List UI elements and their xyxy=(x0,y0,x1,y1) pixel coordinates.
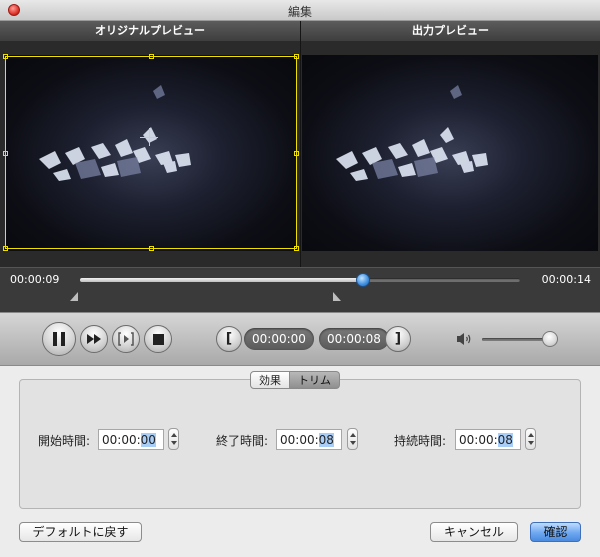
timeline-progress xyxy=(80,278,363,282)
crop-frame[interactable] xyxy=(3,54,299,251)
crop-handle-bottom-left[interactable] xyxy=(3,246,8,251)
edit-window: 編集 オリジナルプレビュー 出力プレビュー 00:00:09 00:00:14 … xyxy=(0,0,600,557)
crop-handle-right[interactable] xyxy=(294,151,299,156)
cancel-button[interactable]: キャンセル xyxy=(430,522,518,542)
timeline-bar: 00:00:09 00:00:14 xyxy=(0,267,600,312)
start-time-value: 00:00: xyxy=(102,433,141,447)
tab-effects[interactable]: 効果 xyxy=(250,371,290,389)
end-time-stepper[interactable] xyxy=(347,428,358,450)
output-preview-label: 出力プレビュー xyxy=(301,21,600,41)
original-preview-label: オリジナルプレビュー xyxy=(0,21,300,41)
total-time: 00:00:14 xyxy=(541,273,591,286)
fast-forward-icon xyxy=(87,334,101,344)
fast-forward-button[interactable] xyxy=(80,325,108,353)
set-end-button[interactable]: ] xyxy=(385,326,411,352)
pause-icon xyxy=(53,332,65,346)
preview-divider xyxy=(300,21,301,267)
start-time-field[interactable]: 00:00:00 xyxy=(98,429,164,450)
end-time-selected: 08 xyxy=(318,433,334,447)
window-title: 編集 xyxy=(287,5,312,19)
start-time-label: 開始時間: xyxy=(38,434,91,448)
trim-start-marker[interactable] xyxy=(70,292,78,301)
duration-field[interactable]: 00:00:08 xyxy=(455,429,521,450)
playback-controls: [ 00:00:00 00:00:08 ] xyxy=(0,312,600,366)
tab-trim[interactable]: トリム xyxy=(290,371,340,389)
current-time: 00:00:09 xyxy=(10,273,60,286)
stop-button[interactable] xyxy=(144,325,172,353)
tab-bar: 効果 トリム xyxy=(250,371,340,389)
next-frame-icon xyxy=(118,332,134,346)
next-frame-button[interactable] xyxy=(112,325,140,353)
duration-selected: 08 xyxy=(497,433,513,447)
pause-button[interactable] xyxy=(42,322,76,356)
output-video-frame xyxy=(302,55,598,251)
set-start-button[interactable]: [ xyxy=(216,326,242,352)
timeline-slider[interactable] xyxy=(80,273,520,287)
start-time-stepper[interactable] xyxy=(168,428,179,450)
timeline-playhead[interactable] xyxy=(355,273,370,287)
preview-area: オリジナルプレビュー 出力プレビュー xyxy=(0,21,600,267)
crop-handle-top-left[interactable] xyxy=(3,54,8,59)
crop-handle-top[interactable] xyxy=(149,54,154,59)
end-time-value: 00:00: xyxy=(280,433,319,447)
trim-end-marker[interactable] xyxy=(333,292,341,301)
stop-icon xyxy=(152,333,164,345)
duration-stepper[interactable] xyxy=(525,428,536,450)
crop-handle-left[interactable] xyxy=(3,151,8,156)
output-video-content xyxy=(336,85,488,181)
start-time-display: 00:00:00 xyxy=(244,328,314,350)
end-time-display: 00:00:08 xyxy=(319,328,389,350)
crosshair-icon-vertical xyxy=(149,128,150,146)
crop-handle-bottom-right[interactable] xyxy=(294,246,299,251)
start-time-selected: 00 xyxy=(140,433,156,447)
duration-value: 00:00: xyxy=(459,433,498,447)
title-bar: 編集 xyxy=(0,0,600,21)
volume-thumb[interactable] xyxy=(542,331,558,347)
volume-slider[interactable] xyxy=(482,338,550,341)
reset-default-button[interactable]: デフォルトに戻す xyxy=(19,522,142,542)
end-time-field[interactable]: 00:00:08 xyxy=(276,429,342,450)
confirm-button[interactable]: 確認 xyxy=(530,522,581,542)
crop-handle-bottom[interactable] xyxy=(149,246,154,251)
volume-icon xyxy=(457,333,471,345)
crop-handle-top-right[interactable] xyxy=(294,54,299,59)
duration-label: 持続時間: xyxy=(394,434,447,448)
end-time-label: 終了時間: xyxy=(216,434,269,448)
